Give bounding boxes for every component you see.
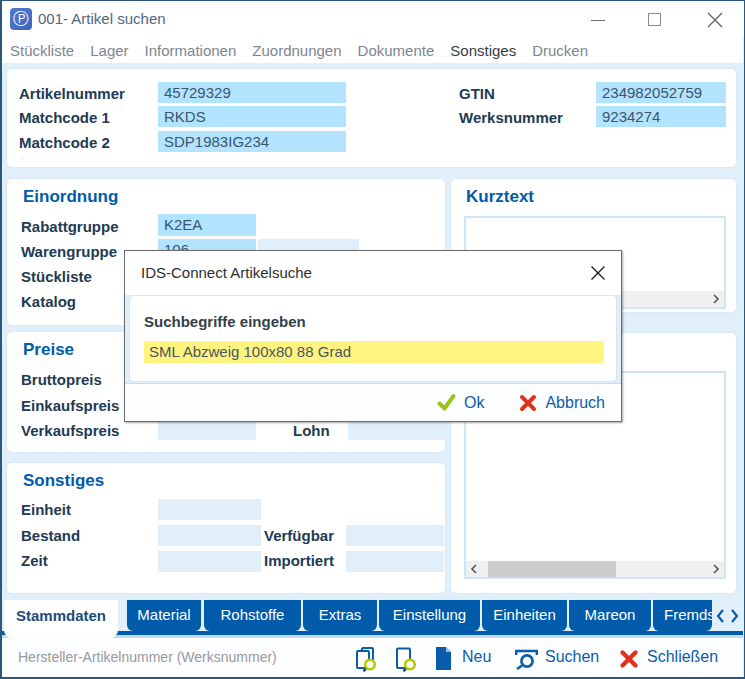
menu-item-lager[interactable]: Lager <box>90 42 128 59</box>
dialog-title: IDS-Connect Artikelsuche <box>141 264 312 281</box>
warengruppe-label: Warengruppe <box>21 243 117 260</box>
minimize-button[interactable] <box>591 20 605 21</box>
close-button[interactable] <box>706 11 724 29</box>
menu-item-stueckliste[interactable]: Stückliste <box>10 42 74 59</box>
artikelnummer-label: Artikelnummer <box>19 85 125 102</box>
tab-einstellung[interactable]: Einstellung <box>379 600 480 631</box>
matchcode1-field[interactable]: RKDS <box>158 106 346 127</box>
tab-material[interactable]: Material <box>127 600 201 631</box>
dialog-title-bar: IDS-Connect Artikelsuche <box>125 251 621 295</box>
einheit-field[interactable] <box>158 499 261 520</box>
tabs-scroll-right-icon[interactable] <box>729 607 741 625</box>
tab-extras[interactable]: Extras <box>303 600 377 631</box>
menu-item-drucken[interactable]: Drucken <box>532 42 588 59</box>
scroll-right-icon[interactable] <box>711 563 721 575</box>
app-window: Ⓟ 001- Artikel suchen Stückliste Lager I… <box>0 0 745 679</box>
schliessen-x-icon[interactable] <box>619 649 639 669</box>
dialog-close-icon[interactable] <box>590 265 606 281</box>
dialog-inner-panel: Suchbegriffe eingeben SML Abzweig 100x80… <box>129 295 617 382</box>
header-fields-panel: Artikelnummer 45729329 Matchcode 1 RKDS … <box>6 68 737 168</box>
werksnummer-label: Werksnummer <box>459 109 563 126</box>
tab-einheiten[interactable]: Einheiten <box>482 600 567 631</box>
einheit-label: Einheit <box>21 501 71 518</box>
tabs-scroll-left-icon[interactable] <box>714 607 726 625</box>
verfuegbar-label: Verfügbar <box>264 527 334 544</box>
statusbar-hint: Hersteller-Artikelnummer (Werksnummer) <box>18 649 277 665</box>
einordnung-heading: Einordnung <box>23 187 118 207</box>
zeit-field[interactable] <box>158 551 261 572</box>
langtext-scroll-thumb[interactable] <box>488 561 616 577</box>
bestand-field[interactable] <box>158 525 261 546</box>
importiert-field[interactable] <box>346 551 444 572</box>
ok-button[interactable]: Ok <box>464 394 484 412</box>
bestand-label: Bestand <box>21 527 80 544</box>
search-icon[interactable] <box>513 649 541 670</box>
preise-heading: Preise <box>23 340 74 360</box>
matchcode1-label: Matchcode 1 <box>19 109 110 126</box>
sonstiges-heading: Sonstiges <box>23 471 104 491</box>
ok-check-icon[interactable] <box>437 393 456 412</box>
zeit-label: Zeit <box>21 552 48 569</box>
tab-fremdsp[interactable]: Fremdsp <box>653 600 712 631</box>
gtin-field[interactable]: 234982052759 <box>596 82 726 103</box>
kurztext-heading: Kurztext <box>466 187 534 207</box>
verfuegbar-field[interactable] <box>346 525 444 546</box>
gtin-label: GTIN <box>459 85 495 102</box>
abbruch-button[interactable]: Abbruch <box>545 394 605 412</box>
suchen-button[interactable]: Suchen <box>545 648 599 666</box>
matchcode2-field[interactable]: SDP1983IG234 <box>158 131 346 152</box>
dialog-body: Suchbegriffe eingeben SML Abzweig 100x80… <box>125 295 621 384</box>
lohn-label: Lohn <box>293 422 330 439</box>
dialog-search-input[interactable]: SML Abzweig 100x80 88 Grad <box>144 341 604 363</box>
langtext-scrollbar[interactable] <box>466 561 724 577</box>
verkaufspreis-label: Verkaufspreis <box>21 422 119 439</box>
katalog-label: Katalog <box>21 293 76 310</box>
ids-connect-dialog: IDS-Connect Artikelsuche Suchbegriffe ei… <box>124 250 622 422</box>
doc-search-icon[interactable] <box>394 647 418 672</box>
menu-item-informationen[interactable]: Informationen <box>145 42 237 59</box>
menu-item-dokumente[interactable]: Dokumente <box>358 42 435 59</box>
title-bar: Ⓟ 001- Artikel suchen <box>0 0 745 37</box>
rabattgruppe-label: Rabattgruppe <box>21 218 119 235</box>
sonstiges-panel: Sonstiges Einheit Bestand Zeit Verfügbar… <box>6 462 446 594</box>
cancel-x-icon[interactable] <box>519 394 537 412</box>
tab-mareon[interactable]: Mareon <box>569 600 651 631</box>
scroll-left-icon[interactable] <box>469 563 479 575</box>
dialog-prompt: Suchbegriffe eingeben <box>144 313 306 330</box>
matchcode2-label: Matchcode 2 <box>19 134 110 151</box>
tab-stammdaten[interactable]: Stammdaten <box>4 600 118 638</box>
tab-rohstoffe[interactable]: Rohstoffe <box>204 600 301 631</box>
artikelnummer-field[interactable]: 45729329 <box>158 82 346 103</box>
menu-bar: Stückliste Lager Informationen Zuordnung… <box>2 37 743 63</box>
neu-button[interactable]: Neu <box>462 648 491 666</box>
menu-item-sonstiges[interactable]: Sonstiges <box>450 42 516 59</box>
new-doc-icon[interactable] <box>434 646 453 671</box>
stueckliste-label: Stückliste <box>21 268 92 285</box>
app-icon: Ⓟ <box>10 8 32 30</box>
scroll-right-icon[interactable] <box>711 293 721 305</box>
dialog-footer: Ok Abbruch <box>125 383 621 421</box>
schliessen-button[interactable]: Schließen <box>647 648 718 666</box>
einkaufspreis-label: Einkaufspreis <box>21 397 119 414</box>
bruttopreis-label: Bruttopreis <box>21 371 102 388</box>
werksnummer-field[interactable]: 9234274 <box>596 106 726 127</box>
maximize-button[interactable] <box>648 13 661 26</box>
importiert-label: Importiert <box>264 552 334 569</box>
status-bar: Hersteller-Artikelnummer (Werksnummer) N… <box>2 638 743 677</box>
menu-item-zuordnungen[interactable]: Zuordnungen <box>252 42 341 59</box>
rabattgruppe-field[interactable]: K2EA <box>158 214 256 236</box>
copy-search-icon[interactable] <box>355 647 379 672</box>
window-title: 001- Artikel suchen <box>38 10 166 27</box>
